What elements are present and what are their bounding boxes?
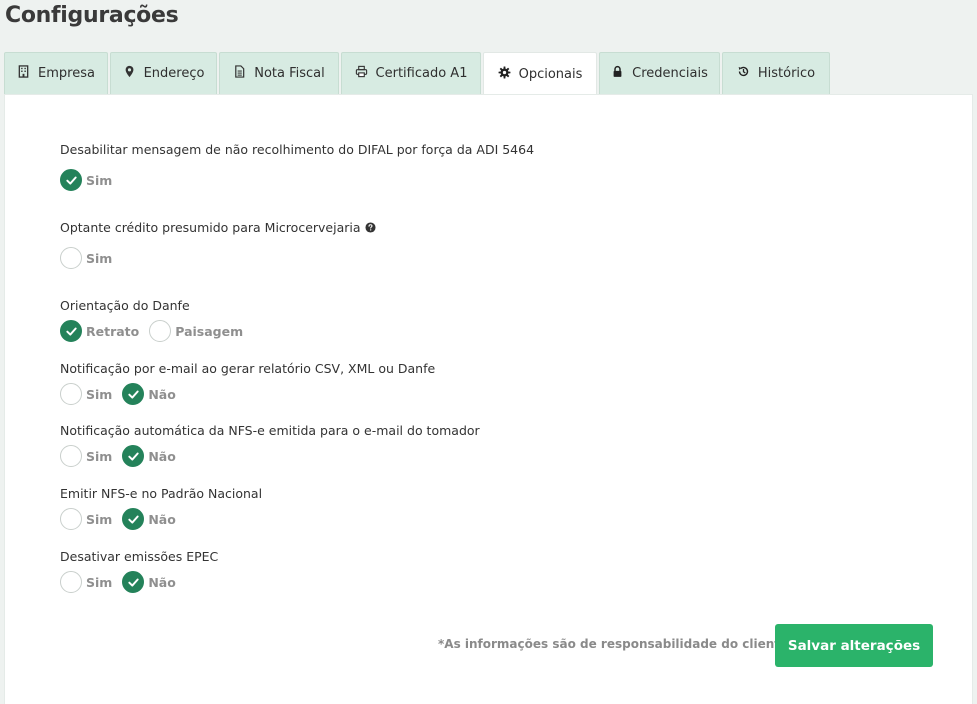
printer-icon [355, 65, 368, 82]
radio-label: Sim [86, 448, 113, 464]
tab-bar: Empresa Endereço Nota Fiscal Certificado… [4, 52, 830, 95]
option-label-notificacao-nfse: Notificação automática da NFS-e emitida … [60, 423, 480, 438]
option-label-difal: Desabilitar mensagem de não recolhimento… [60, 142, 535, 157]
tab-empresa[interactable]: Empresa [4, 52, 108, 94]
building-icon [17, 65, 30, 82]
radio-padrao-nacional-sim[interactable]: Sim [60, 508, 120, 530]
radio-group-microcervejaria: Sim [60, 247, 122, 269]
tab-credenciais[interactable]: Credenciais [599, 52, 720, 94]
radio-label: Sim [86, 250, 113, 266]
document-icon [233, 65, 246, 82]
check-icon [65, 327, 77, 336]
tab-endereco[interactable]: Endereço [110, 52, 217, 94]
tab-historico[interactable]: Histórico [722, 52, 830, 94]
radio-notificacao-nfse-sim[interactable]: Sim [60, 445, 120, 467]
radio-group-padrao-nacional: Sim Não [60, 508, 186, 530]
radio-circle[interactable] [60, 571, 82, 593]
save-button[interactable]: Salvar alterações [775, 624, 933, 667]
radio-group-notificacao-email: Sim Não [60, 383, 186, 405]
option-label-padrao-nacional: Emitir NFS-e no Padrão Nacional [60, 486, 263, 501]
radio-notificacao-email-sim[interactable]: Sim [60, 383, 120, 405]
radio-notificacao-nfse-nao[interactable]: Não [122, 445, 183, 467]
radio-label: Sim [86, 172, 113, 188]
radio-circle[interactable] [122, 571, 145, 593]
tab-label: Histórico [757, 66, 816, 81]
radio-circle[interactable] [60, 508, 82, 530]
radio-label: Não [148, 511, 176, 527]
radio-microcervejaria-sim[interactable]: Sim [60, 247, 120, 269]
question-circle-icon[interactable] [364, 222, 376, 233]
tab-certificado-a1[interactable]: Certificado A1 [341, 52, 481, 94]
tab-label: Certificado A1 [375, 66, 468, 81]
radio-padrao-nacional-nao[interactable]: Não [122, 508, 183, 530]
radio-group-epec: Sim Não [60, 571, 186, 593]
radio-circle[interactable] [60, 169, 82, 191]
radio-circle[interactable] [60, 320, 82, 342]
tab-label: Empresa [38, 66, 95, 81]
radio-label: Sim [86, 511, 113, 527]
radio-difal-sim[interactable]: Sim [60, 169, 120, 191]
check-icon [128, 390, 139, 399]
lock-icon [611, 65, 624, 82]
radio-label: Retrato [86, 323, 140, 339]
radio-circle[interactable] [60, 383, 82, 405]
radio-epec-nao[interactable]: Não [122, 571, 183, 593]
radio-label: Não [148, 386, 176, 402]
radio-circle[interactable] [122, 445, 145, 467]
check-icon [128, 578, 139, 587]
check-icon [65, 176, 77, 185]
radio-notificacao-email-nao[interactable]: Não [122, 383, 183, 405]
radio-orientacao-paisagem[interactable]: Paisagem [149, 320, 251, 342]
radio-group-notificacao-nfse: Sim Não [60, 445, 186, 467]
option-label-orientacao-danfe: Orientação do Danfe [60, 298, 190, 313]
radio-label: Paisagem [175, 323, 244, 339]
radio-epec-sim[interactable]: Sim [60, 571, 120, 593]
radio-circle[interactable] [60, 247, 82, 269]
radio-orientacao-retrato[interactable]: Retrato [60, 320, 147, 342]
gear-icon [498, 66, 511, 83]
tab-label: Opcionais [518, 66, 583, 82]
tab-nota-fiscal[interactable]: Nota Fiscal [219, 52, 339, 94]
radio-circle[interactable] [149, 320, 172, 342]
page-title: Configurações [5, 3, 179, 28]
tab-label: Credenciais [632, 66, 708, 81]
history-icon [737, 65, 750, 82]
disclaimer-text: *As informações são de responsabilidade … [438, 637, 793, 651]
radio-label: Sim [86, 574, 113, 590]
option-label-notificacao-email: Notificação por e-mail ao gerar relatóri… [60, 361, 436, 376]
radio-label: Sim [86, 386, 113, 402]
radio-label: Não [148, 448, 176, 464]
radio-circle[interactable] [122, 383, 145, 405]
check-icon [128, 515, 139, 524]
radio-label: Não [148, 574, 176, 590]
map-marker-icon [123, 65, 136, 82]
tab-label: Nota Fiscal [254, 66, 325, 81]
check-icon [128, 452, 139, 461]
radio-group-difal: Sim [60, 169, 122, 191]
tab-opcionais[interactable]: Opcionais [483, 52, 597, 95]
radio-group-orientacao-danfe: Retrato Paisagem [60, 320, 253, 342]
radio-circle[interactable] [122, 508, 145, 530]
radio-circle[interactable] [60, 445, 82, 467]
tab-label: Endereço [143, 66, 205, 81]
option-label-epec: Desativar emissões EPEC [60, 549, 219, 564]
option-label-microcervejaria: Optante crédito presumido para Microcerv… [60, 220, 376, 235]
